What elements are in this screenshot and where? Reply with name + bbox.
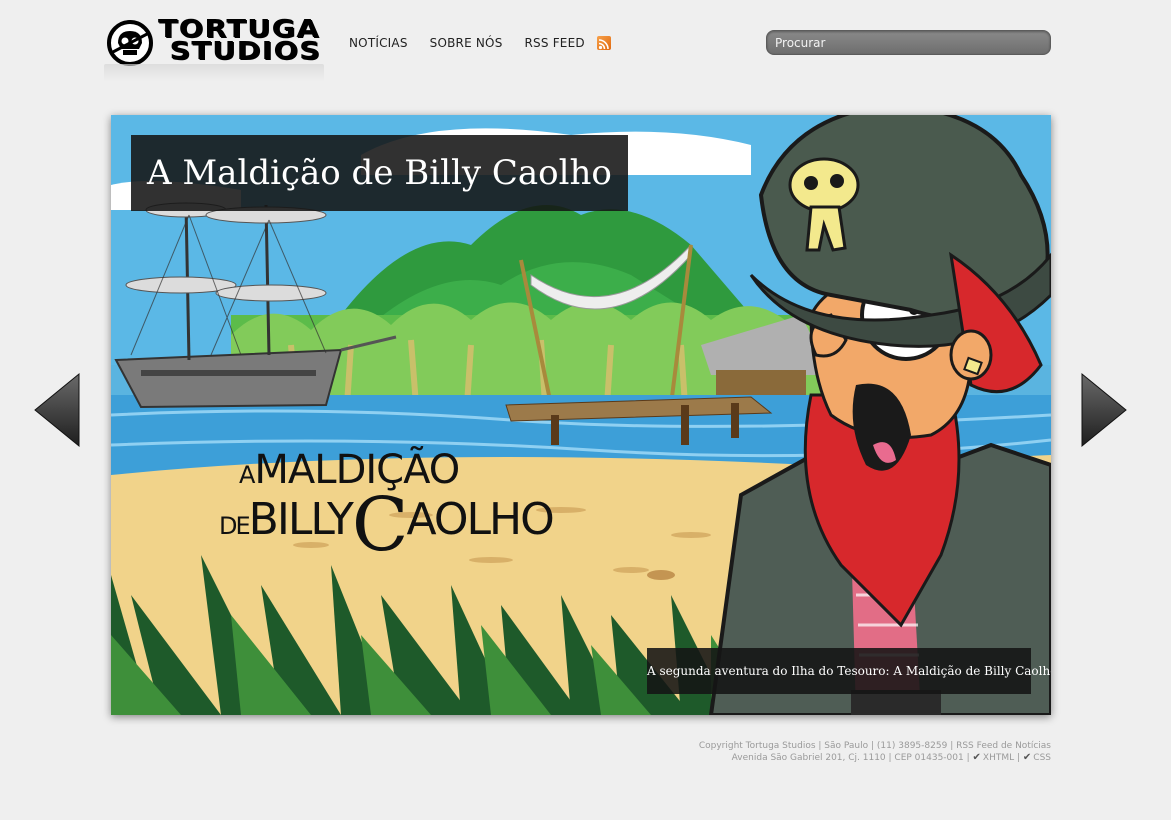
arrow-left-icon	[34, 372, 80, 448]
logo-reflection	[104, 64, 324, 82]
check-icon: ✔	[972, 752, 981, 763]
footer-css-link[interactable]: CSS	[1033, 753, 1051, 763]
footer: Copyright Tortuga Studios | São Paulo | …	[699, 741, 1051, 764]
logo-wordmark: TORTUGA STUDIOS	[158, 16, 321, 65]
nav-link-noticias[interactable]: NOTÍCIAS	[349, 36, 408, 50]
footer-rss-link[interactable]: RSS Feed de Notícias	[956, 741, 1051, 751]
skull-logo-icon	[107, 20, 153, 66]
rss-icon[interactable]	[596, 35, 611, 50]
slideshow: AMALDIÇÃO DEBILLYCAOLHO A Maldição de Bi…	[111, 115, 1051, 715]
logo-line-2: STUDIOS	[169, 36, 321, 65]
search-input[interactable]	[766, 30, 1051, 55]
footer-xhtml-link[interactable]: XHTML	[983, 753, 1014, 763]
footer-cep: CEP 01435-001	[894, 753, 964, 763]
footer-line-1: Copyright Tortuga Studios | São Paulo | …	[698, 741, 1051, 751]
arrow-right-icon	[1081, 372, 1127, 448]
art-title-aolho: AOLHO	[406, 494, 555, 545]
footer-copyright: Copyright Tortuga Studios	[698, 741, 816, 751]
footer-line-2: Avenida São Gabriel 201, Cj. 1110 | CEP …	[731, 752, 1051, 763]
footer-address: Avenida São Gabriel 201, Cj. 1110	[731, 753, 886, 763]
nav-link-sobre-nos[interactable]: SOBRE NÓS	[430, 36, 503, 50]
slide-caption[interactable]: A segunda aventura do Ilha do Tesouro: A…	[647, 648, 1051, 694]
art-title-de: DE	[219, 512, 251, 540]
previous-slide-button[interactable]	[33, 372, 81, 448]
art-title-billy: BILLY	[248, 494, 354, 545]
footer-phone: (11) 3895-8259	[876, 741, 948, 751]
art-title-a: A	[239, 461, 255, 489]
check-icon: ✔	[1022, 752, 1032, 763]
main-nav: NOTÍCIAS SOBRE NÓS RSS FEED	[349, 35, 611, 50]
nav-link-rss-feed[interactable]: RSS FEED	[525, 36, 585, 50]
slide-art-title: AMALDIÇÃO DEBILLYCAOLHO	[219, 450, 555, 562]
slide-title[interactable]: A Maldição de Billy Caolho	[131, 135, 628, 211]
next-slide-button[interactable]	[1080, 372, 1128, 448]
footer-city: São Paulo	[824, 741, 869, 751]
logo[interactable]: TORTUGA STUDIOS	[104, 14, 332, 84]
art-title-c: C	[351, 482, 409, 568]
